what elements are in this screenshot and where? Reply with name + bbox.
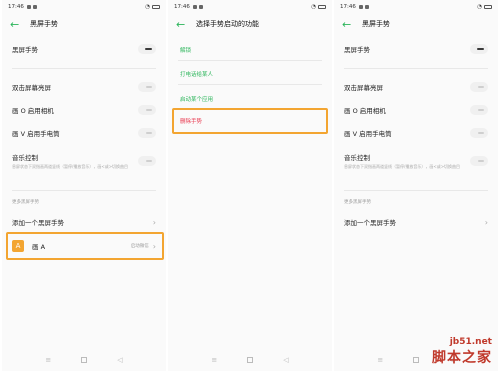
main-gesture-toggle[interactable] [470, 44, 488, 54]
music-control-row[interactable]: 音乐控制 [334, 150, 498, 166]
battery-icon [484, 5, 492, 9]
notification-icon [364, 5, 369, 9]
draw-o-camera-row[interactable]: 画 O 启用相机 [334, 103, 498, 117]
menu-nav-icon[interactable]: ≡ [45, 356, 51, 364]
draw-v-flashlight-toggle[interactable] [138, 128, 156, 138]
divider [344, 68, 488, 69]
draw-v-flashlight-label: 画 V 启用手电筒 [12, 130, 60, 138]
page-header: ← 黑屏手势 [2, 14, 166, 34]
add-gesture-row[interactable]: 添加一个黑屏手势 › [2, 214, 166, 230]
home-nav-icon[interactable] [81, 357, 88, 363]
divider [12, 190, 156, 191]
notification-icon [358, 5, 363, 9]
draw-v-flashlight-label: 画 V 启用手电筒 [344, 130, 392, 138]
draw-o-camera-label: 画 O 启用相机 [12, 107, 54, 115]
battery-icon [152, 5, 160, 9]
page-title: 选择手势启动的功能 [196, 20, 259, 28]
back-arrow-icon[interactable]: ← [342, 19, 356, 30]
chevron-right-icon: › [152, 217, 156, 227]
settings-screen-left: 17:46 ◔ ← 黑屏手势 黑屏手势 双击屏幕亮屏 画 O 启用相机 画 V … [2, 0, 166, 371]
notification-icon [198, 5, 203, 9]
status-bar: 17:46 ◔ [168, 0, 332, 14]
gesture-a-icon: A [12, 240, 24, 252]
add-gesture-label: 添加一个黑屏手势 [12, 219, 64, 227]
main-gesture-toggle-row[interactable]: 黑屏手势 [2, 42, 166, 56]
chevron-right-icon: › [152, 241, 156, 251]
settings-screen-right: 17:46 ◔ ← 黑屏手势 黑屏手势 双击屏幕亮屏 画 O 启用相机 画 V … [334, 0, 498, 371]
divider [178, 84, 322, 85]
music-control-toggle[interactable] [470, 156, 488, 166]
draw-v-flashlight-row[interactable]: 画 V 启用手电筒 [334, 126, 498, 140]
battery-icon [318, 5, 326, 9]
draw-v-flashlight-toggle[interactable] [470, 128, 488, 138]
back-nav-icon[interactable]: ◁ [117, 356, 122, 364]
home-nav-icon[interactable] [247, 357, 254, 363]
section-header: 更多黑屏手势 [12, 200, 39, 205]
double-tap-wake-row[interactable]: 双击屏幕亮屏 [334, 80, 498, 94]
notification-icon [192, 5, 197, 9]
main-gesture-toggle[interactable] [138, 44, 156, 54]
status-time: 17:46 [8, 4, 24, 10]
music-control-description: 息屏状态下双指画两道竖线（暂停/播放音乐），画<或>切换曲目 [344, 164, 461, 169]
back-arrow-icon[interactable]: ← [176, 19, 190, 30]
double-tap-wake-label: 双击屏幕亮屏 [344, 84, 383, 92]
page-header: ← 黑屏手势 [334, 14, 498, 34]
watermark-brand: 脚本之家 [432, 350, 492, 366]
draw-o-camera-row[interactable]: 画 O 启用相机 [2, 103, 166, 117]
draw-o-camera-toggle[interactable] [138, 105, 156, 115]
wifi-icon: ◔ [311, 4, 316, 10]
music-control-label: 音乐控制 [344, 154, 370, 162]
main-gesture-toggle-row[interactable]: 黑屏手势 [334, 42, 498, 56]
chevron-right-icon: › [484, 217, 488, 227]
home-nav-icon[interactable] [413, 357, 420, 363]
gesture-item-value: 启动微信 [130, 244, 149, 249]
divider [12, 68, 156, 69]
draw-o-camera-toggle[interactable] [470, 105, 488, 115]
status-time: 17:46 [174, 4, 190, 10]
system-navigation-bar: ≡ ◁ [168, 353, 332, 367]
status-bar: 17:46 ◔ [2, 0, 166, 14]
option-unlock[interactable]: 解锁 [180, 46, 191, 54]
music-control-description: 息屏状态下双指画两道竖线（暂停/播放音乐），画<或>切换曲目 [12, 164, 129, 169]
draw-v-flashlight-row[interactable]: 画 V 启用手电筒 [2, 126, 166, 140]
section-header: 更多黑屏手势 [344, 200, 371, 205]
gesture-item-draw-a[interactable]: A 画 A 启动微信 › [2, 238, 166, 254]
watermark-site: jb51.net [449, 337, 492, 347]
page-title: 黑屏手势 [362, 20, 390, 28]
option-launch-app[interactable]: 启动某个应用 [180, 95, 213, 103]
status-bar: 17:46 ◔ [334, 0, 498, 14]
divider [178, 60, 322, 61]
system-navigation-bar: ≡ ◁ [2, 353, 166, 367]
double-tap-wake-toggle[interactable] [138, 82, 156, 92]
music-control-row[interactable]: 音乐控制 [2, 150, 166, 166]
add-gesture-row[interactable]: 添加一个黑屏手势 › [334, 214, 498, 230]
option-call-someone[interactable]: 打电话给某人 [180, 70, 213, 78]
gesture-item-label: 画 A [32, 243, 46, 251]
double-tap-wake-toggle[interactable] [470, 82, 488, 92]
notification-icon [26, 5, 31, 9]
wifi-icon: ◔ [477, 4, 482, 10]
function-select-screen: 17:46 ◔ ← 选择手势启动的功能 解锁 打电话给某人 启动某个应用 删除手… [168, 0, 332, 371]
watermark: jb51.net 脚本之家 [432, 337, 492, 367]
wifi-icon: ◔ [145, 4, 150, 10]
status-time: 17:46 [340, 4, 356, 10]
double-tap-wake-label: 双击屏幕亮屏 [12, 84, 51, 92]
music-control-label: 音乐控制 [12, 154, 38, 162]
back-nav-icon[interactable]: ◁ [283, 356, 288, 364]
menu-nav-icon[interactable]: ≡ [377, 356, 383, 364]
add-gesture-label: 添加一个黑屏手势 [344, 219, 396, 227]
music-control-toggle[interactable] [138, 156, 156, 166]
menu-nav-icon[interactable]: ≡ [211, 356, 217, 364]
option-delete-gesture[interactable]: 删除手势 [180, 117, 202, 125]
divider [344, 190, 488, 191]
notification-icon [32, 5, 37, 9]
main-gesture-label: 黑屏手势 [344, 46, 370, 54]
back-arrow-icon[interactable]: ← [10, 19, 24, 30]
page-header: ← 选择手势启动的功能 [168, 14, 332, 34]
page-title: 黑屏手势 [30, 20, 58, 28]
double-tap-wake-row[interactable]: 双击屏幕亮屏 [2, 80, 166, 94]
draw-o-camera-label: 画 O 启用相机 [344, 107, 386, 115]
main-gesture-label: 黑屏手势 [12, 46, 38, 54]
